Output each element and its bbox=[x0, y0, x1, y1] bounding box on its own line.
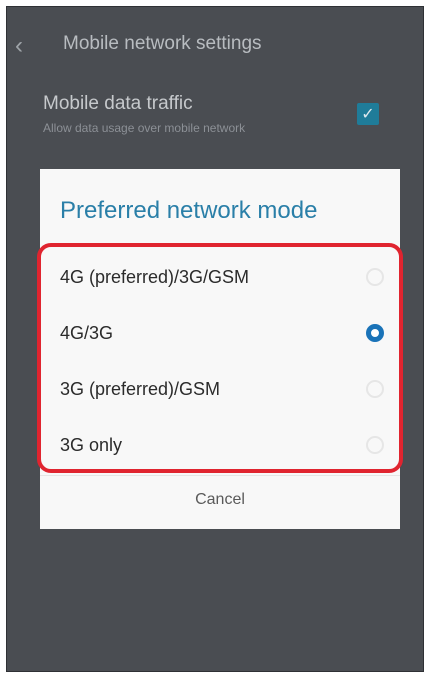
cancel-button[interactable]: Cancel bbox=[40, 491, 400, 509]
option-3g-only[interactable]: 3G only bbox=[60, 417, 384, 473]
setting-row-mobile-data[interactable]: Mobile data traffic Allow data usage ove… bbox=[7, 89, 423, 149]
option-4g-3g[interactable]: 4G/3G bbox=[60, 305, 384, 361]
radio-button[interactable] bbox=[366, 268, 384, 286]
app-bar-title: Mobile network settings bbox=[63, 33, 262, 54]
radio-button[interactable] bbox=[366, 436, 384, 454]
option-label: 3G (preferred)/GSM bbox=[60, 378, 221, 399]
setting-title: Mobile data traffic bbox=[43, 93, 193, 114]
network-mode-dialog: Preferred network mode 4G (preferred)/3G… bbox=[37, 169, 403, 529]
dialog-divider bbox=[40, 475, 400, 476]
dialog-title: Preferred network mode bbox=[60, 197, 318, 224]
app-bar: ‹ Mobile network settings bbox=[7, 7, 423, 85]
option-label: 4G (preferred)/3G/GSM bbox=[60, 266, 250, 287]
radio-button-selected[interactable] bbox=[366, 324, 384, 342]
radio-button[interactable] bbox=[366, 380, 384, 398]
option-3g-preferred-gsm[interactable]: 3G (preferred)/GSM bbox=[60, 361, 384, 417]
option-label: 3G only bbox=[60, 434, 123, 455]
checkmark-icon: ✓ bbox=[361, 106, 375, 123]
setting-subtitle: Allow data usage over mobile network bbox=[43, 121, 246, 135]
phone-screen: ‹ Mobile network settings Mobile data tr… bbox=[6, 6, 424, 672]
back-arrow-icon[interactable]: ‹ bbox=[15, 33, 41, 59]
mobile-data-checkbox[interactable]: ✓ bbox=[357, 103, 379, 125]
option-4g-preferred-3g-gsm[interactable]: 4G (preferred)/3G/GSM bbox=[60, 249, 384, 305]
option-label: 4G/3G bbox=[60, 322, 114, 343]
